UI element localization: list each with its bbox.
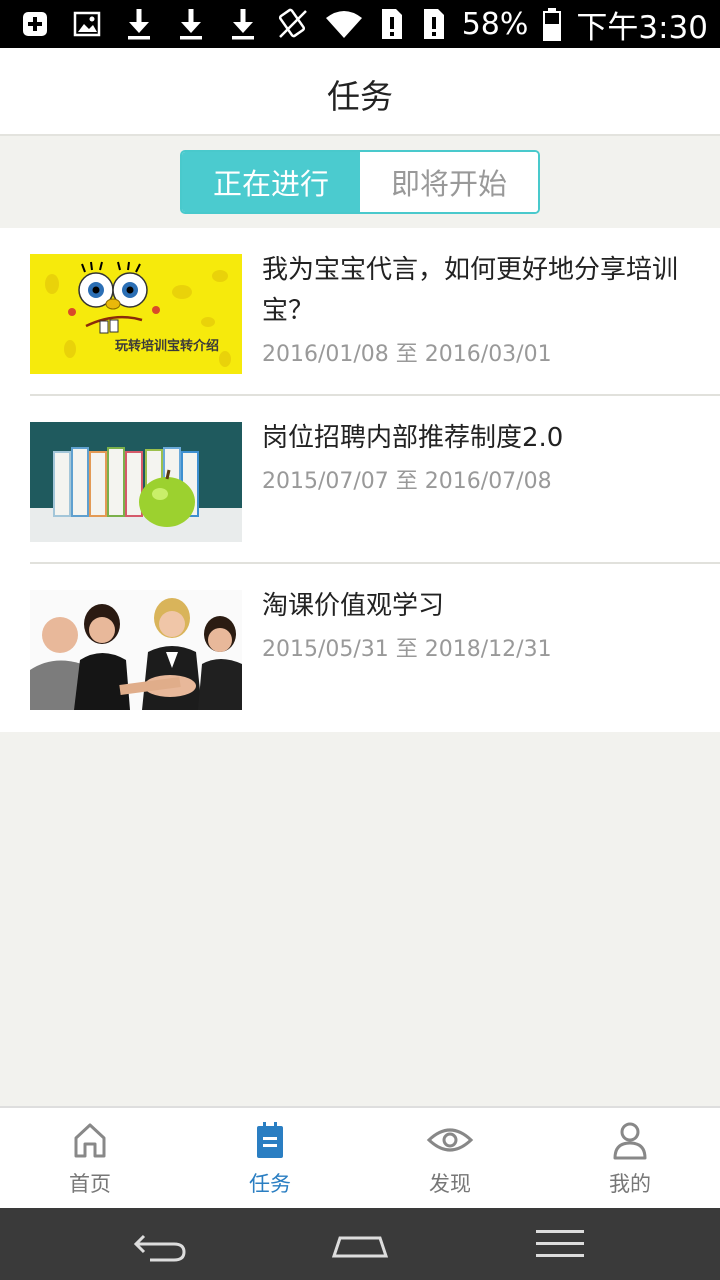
app-header: 任务 [0,48,720,136]
tab-task-label: 任务 [249,1172,291,1196]
person-icon [613,1122,647,1160]
task-icon [257,1122,283,1158]
battery-percent: 58% [461,6,529,42]
task-list-item[interactable]: 岗位招聘内部推荐制度2.0 2015/07/07 至 2016/07/08 [0,396,720,564]
status-bar: 58% 下午3:30 [0,0,720,48]
tab-discover-label: 发现 [429,1172,471,1196]
system-nav-bar [0,1208,720,1280]
back-icon[interactable] [130,1220,190,1268]
task-list-item[interactable]: 玩转培训宝转介绍 我为宝宝代言，如何更好地分享培训宝？ 2016/01/08 至… [0,228,720,396]
home-icon [74,1123,106,1158]
tab-home-label: 首页 [69,1172,111,1196]
clock: 下午3:30 [576,9,708,46]
task-list-item[interactable]: 淘课价值观学习 2015/05/31 至 2018/12/31 [0,564,720,732]
download-icon [232,9,254,40]
download-icon [180,9,202,40]
eye-icon [426,1128,474,1152]
task-date-range: 2016/01/08 至 2016/03/01 [262,342,552,367]
sim-alert-icon [423,9,444,39]
tab-home[interactable]: 首页 [0,1108,180,1208]
tab-mine[interactable]: 我的 [540,1108,720,1208]
tab-task[interactable]: 任务 [180,1108,360,1208]
tab-mine-label: 我的 [609,1172,651,1196]
battery-icon [543,8,562,41]
bottom-tab-bar: 首页 任务 发现 我的 [0,1106,720,1208]
add-box-icon [23,12,47,36]
task-status-segment: 正在进行 即将开始 [180,150,540,214]
status-right-icons: 58% 下午3:30 [276,6,708,46]
sim-alert-icon [381,9,402,39]
task-title: 淘课价值观学习 [262,591,445,621]
task-list: 玩转培训宝转介绍 我为宝宝代言，如何更好地分享培训宝？ 2016/01/08 至… [0,228,720,732]
status-left-icons [20,6,258,42]
task-title: 我为宝宝代言，如何更好地分享培训宝？ [262,255,679,326]
task-date-range: 2015/05/31 至 2018/12/31 [262,637,552,662]
tab-discover[interactable]: 发现 [360,1108,540,1208]
page-title: 任务 [327,77,393,116]
home-nav-icon[interactable] [330,1220,390,1268]
books-apple-image [30,422,242,542]
task-date-range: 2015/07/07 至 2016/07/08 [262,469,552,494]
task-title: 岗位招聘内部推荐制度2.0 [262,423,564,453]
team-hands-image [30,590,242,710]
segment-tab-in-progress[interactable]: 正在进行 [182,152,360,212]
thumb-caption: 玩转培训宝转介绍 [115,338,219,354]
spongebob-image: 玩转培训宝转介绍 [30,254,242,374]
wifi-icon [325,11,362,38]
download-icon [128,9,150,40]
menu-icon[interactable] [530,1220,590,1268]
image-icon [73,11,101,37]
rotate-icon [278,8,307,38]
segment-tab-upcoming[interactable]: 即将开始 [360,152,538,212]
